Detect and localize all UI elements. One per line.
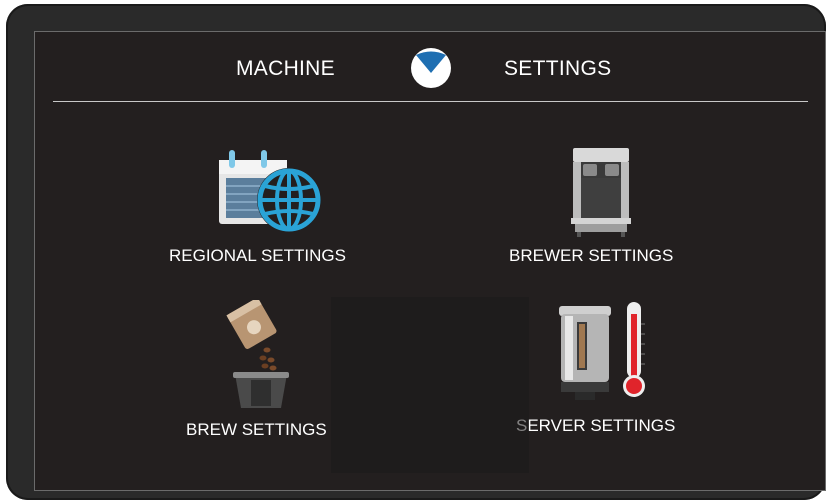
coffee-brewer-icon: [569, 146, 633, 238]
coffee-filter-basket-icon: [221, 300, 301, 412]
brew-settings-label: BREW SETTINGS: [186, 420, 327, 439]
settings-screen: MACHINE SETTINGS REGIONAL SETTINGS BREWE…: [34, 31, 826, 491]
brewer-settings-label: BREWER SETTINGS: [509, 246, 674, 265]
device-bezel: MACHINE SETTINGS REGIONAL SETTINGS BREWE…: [6, 4, 826, 500]
brewer-settings-button[interactable]: BREWER SETTINGS: [495, 142, 725, 282]
server-settings-label: SERVER SETTINGS: [516, 416, 676, 435]
calendar-globe-icon: [217, 146, 327, 238]
checkmark-shield-icon: [409, 46, 453, 90]
header-divider: [53, 101, 808, 102]
regional-settings-label: REGIONAL SETTINGS: [169, 246, 346, 265]
server-thermometer-icon: [555, 300, 655, 404]
header: MACHINE SETTINGS: [35, 32, 825, 102]
regional-settings-button[interactable]: REGIONAL SETTINGS: [155, 142, 385, 282]
header-title-settings: SETTINGS: [504, 57, 612, 80]
header-title-machine: MACHINE: [236, 57, 335, 80]
dimmed-region: [331, 297, 529, 473]
server-settings-button[interactable]: SERVER SETTINGS: [505, 294, 705, 444]
